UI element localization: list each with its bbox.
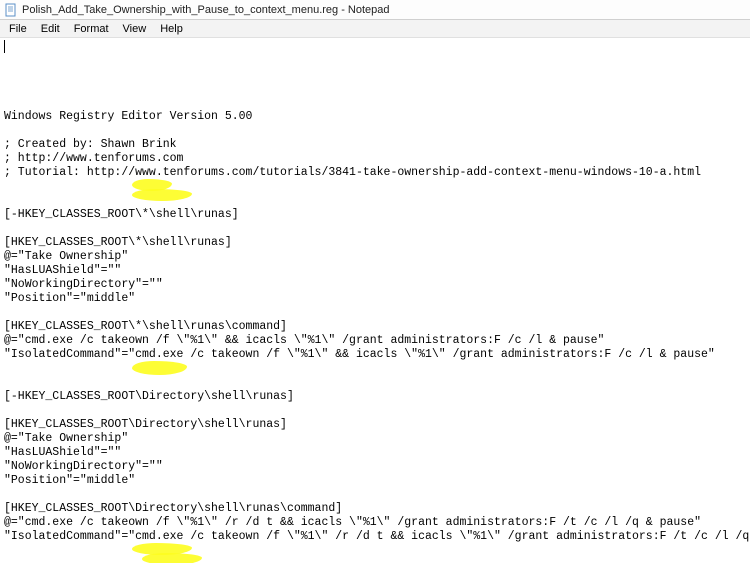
window-title: Polish_Add_Take_Ownership_with_Pause_to_… (22, 4, 390, 16)
editor-text: Windows Registry Editor Version 5.00 ; C… (4, 110, 746, 563)
menu-file[interactable]: File (2, 22, 34, 36)
menu-format[interactable]: Format (67, 22, 116, 36)
menu-edit[interactable]: Edit (34, 22, 67, 36)
notepad-icon (4, 3, 18, 17)
menu-view[interactable]: View (116, 22, 154, 36)
menu-help[interactable]: Help (153, 22, 190, 36)
title-bar: Polish_Add_Take_Ownership_with_Pause_to_… (0, 0, 750, 20)
text-caret (4, 40, 5, 53)
text-editor[interactable]: Windows Registry Editor Version 5.00 ; C… (0, 38, 750, 563)
menu-bar: File Edit Format View Help (0, 20, 750, 38)
